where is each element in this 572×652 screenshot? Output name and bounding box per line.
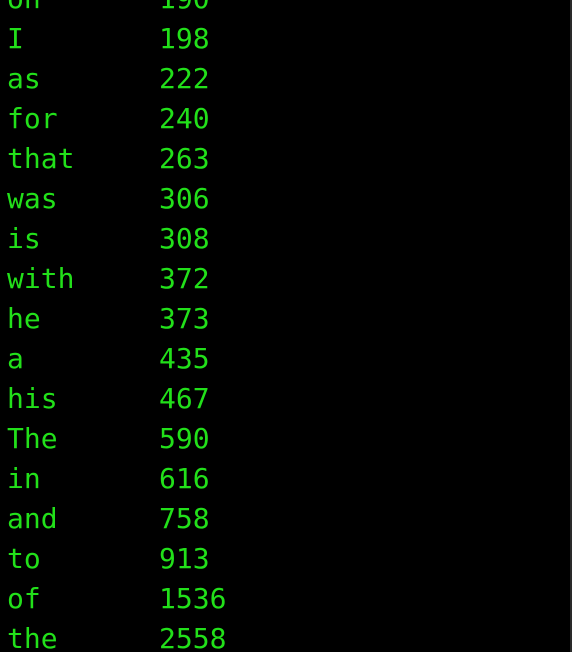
output-line: to 913 bbox=[0, 539, 570, 579]
word-cell: to bbox=[7, 542, 41, 575]
count-cell: 372 bbox=[159, 262, 210, 295]
word-cell: is bbox=[7, 222, 41, 255]
count-cell: 467 bbox=[159, 382, 210, 415]
output-line: of 1536 bbox=[0, 579, 570, 619]
count-cell: 373 bbox=[159, 302, 210, 335]
word-cell: The bbox=[7, 422, 58, 455]
terminal-window[interactable]: on190 I 198 as 222 for 240 that 263 was 306 i… bbox=[0, 0, 572, 652]
word-cell: with bbox=[7, 262, 75, 295]
word-cell: that bbox=[7, 142, 75, 175]
count-cell: 2558 bbox=[159, 622, 227, 652]
word-cell: for bbox=[7, 102, 58, 135]
word-cell: as bbox=[7, 62, 41, 95]
output-line: as 222 bbox=[0, 59, 570, 99]
output-line: on190 bbox=[0, 0, 570, 19]
count-cell: 198 bbox=[159, 22, 210, 55]
word-cell: his bbox=[7, 382, 58, 415]
word-cell: and bbox=[7, 502, 58, 535]
word-cell: in bbox=[7, 462, 41, 495]
output-line: he 373 bbox=[0, 299, 570, 339]
output-line: and 758 bbox=[0, 499, 570, 539]
word-cell: was bbox=[7, 182, 58, 215]
output-line: that 263 bbox=[0, 139, 570, 179]
count-cell: 263 bbox=[159, 142, 210, 175]
output-line: the 2558 bbox=[0, 619, 570, 652]
output-line: his 467 bbox=[0, 379, 570, 419]
output-line: was 306 bbox=[0, 179, 570, 219]
count-cell: 240 bbox=[159, 102, 210, 135]
output-line: I 198 bbox=[0, 19, 570, 59]
output-line: is 308 bbox=[0, 219, 570, 259]
count-cell: 590 bbox=[159, 422, 210, 455]
word-cell: I bbox=[7, 22, 24, 55]
output-line: a 435 bbox=[0, 339, 570, 379]
word-cell: on bbox=[0, 0, 159, 19]
count-cell: 758 bbox=[159, 502, 210, 535]
word-cell: he bbox=[7, 302, 41, 335]
count-cell: 306 bbox=[159, 182, 210, 215]
word-cell: the bbox=[7, 622, 58, 652]
word-cell: of bbox=[7, 582, 41, 615]
output-line: in 616 bbox=[0, 459, 570, 499]
output-line: The 590 bbox=[0, 419, 570, 459]
count-cell: 1536 bbox=[159, 582, 227, 615]
terminal-output: on190 I 198 as 222 for 240 that 263 was 306 i… bbox=[0, 0, 570, 652]
count-cell: 616 bbox=[159, 462, 210, 495]
output-line: for 240 bbox=[0, 99, 570, 139]
output-line: with 372 bbox=[0, 259, 570, 299]
count-cell: 190 bbox=[159, 0, 210, 19]
count-cell: 308 bbox=[159, 222, 210, 255]
count-cell: 913 bbox=[159, 542, 210, 575]
count-cell: 435 bbox=[159, 342, 210, 375]
count-cell: 222 bbox=[159, 62, 210, 95]
word-cell: a bbox=[7, 342, 24, 375]
